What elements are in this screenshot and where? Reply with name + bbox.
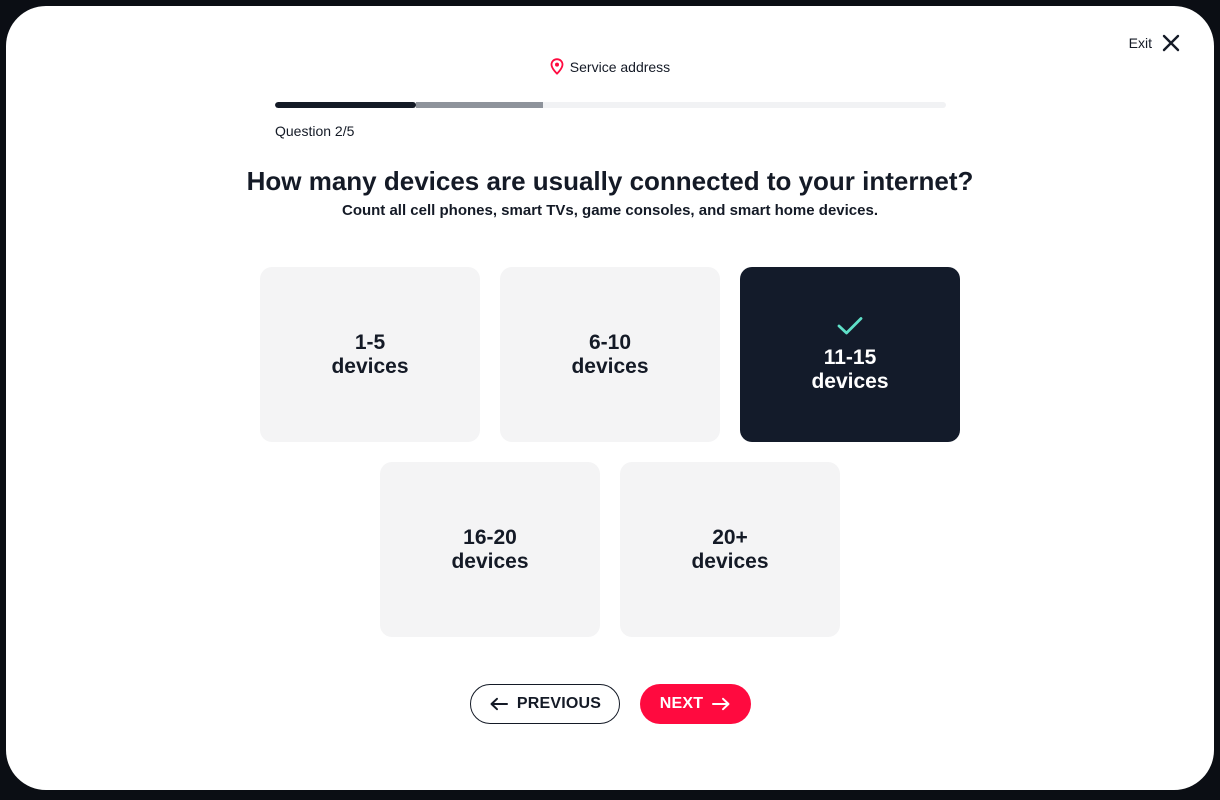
exit-label: Exit bbox=[1128, 35, 1152, 51]
option-11-15[interactable]: 11-15 devices bbox=[740, 267, 960, 442]
option-label: 6-10 devices bbox=[571, 331, 648, 379]
previous-button[interactable]: PREVIOUS bbox=[470, 684, 620, 724]
option-range: 20+ bbox=[712, 525, 748, 549]
arrow-left-icon bbox=[489, 697, 509, 711]
option-unit: devices bbox=[691, 549, 769, 573]
service-address: Service address bbox=[6, 58, 1214, 75]
option-1-5[interactable]: 1-5 devices bbox=[260, 267, 480, 442]
option-6-10[interactable]: 6-10 devices bbox=[500, 267, 720, 442]
next-label: NEXT bbox=[659, 695, 704, 712]
progress-bar bbox=[275, 102, 946, 108]
service-address-label: Service address bbox=[569, 58, 671, 75]
option-unit: devices bbox=[811, 369, 889, 393]
option-label: 1-5 devices bbox=[331, 331, 408, 379]
option-range: 1-5 bbox=[354, 330, 386, 354]
close-icon bbox=[1162, 34, 1180, 52]
progress-current bbox=[415, 102, 544, 108]
arrow-right-icon bbox=[711, 697, 731, 711]
option-range: 11-15 bbox=[823, 345, 877, 369]
question-subtitle: Count all cell phones, smart TVs, game c… bbox=[341, 202, 878, 219]
option-label: 20+ devices bbox=[691, 526, 768, 574]
option-unit: devices bbox=[331, 354, 409, 378]
previous-label: PREVIOUS bbox=[516, 695, 602, 712]
option-label: 16-20 devices bbox=[451, 526, 528, 574]
exit-button[interactable]: Exit bbox=[1129, 34, 1180, 52]
location-pin-icon bbox=[550, 58, 564, 75]
option-label: 11-15 devices bbox=[811, 346, 888, 394]
question-title: How many devices are usually connected t… bbox=[246, 166, 974, 196]
option-16-20[interactable]: 16-20 devices bbox=[380, 462, 600, 637]
quiz-modal: Exit Service address Question 2/5 How ma… bbox=[6, 6, 1214, 790]
option-range: 6-10 bbox=[588, 330, 632, 354]
option-unit: devices bbox=[451, 549, 529, 573]
option-20-plus[interactable]: 20+ devices bbox=[620, 462, 840, 637]
checkmark-icon bbox=[837, 316, 863, 346]
next-button[interactable]: NEXT bbox=[640, 684, 751, 724]
question-counter: Question 2/5 bbox=[275, 123, 355, 139]
option-unit: devices bbox=[571, 354, 649, 378]
option-range: 16-20 bbox=[463, 525, 517, 549]
progress-completed bbox=[275, 102, 416, 108]
